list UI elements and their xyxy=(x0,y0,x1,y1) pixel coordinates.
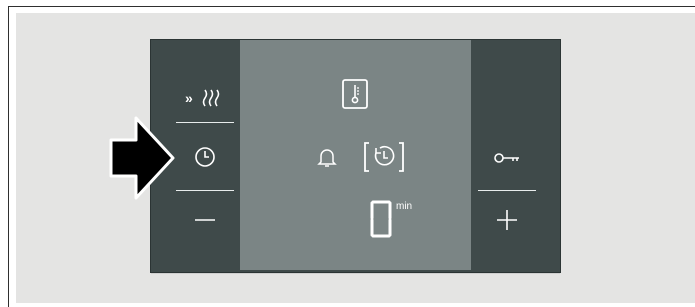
arrow-right-icon xyxy=(109,116,175,200)
bell-icon xyxy=(317,149,337,167)
rapid-heat-button[interactable]: » xyxy=(176,80,234,116)
thermometer-icon xyxy=(342,79,368,109)
clock-button[interactable] xyxy=(176,138,234,176)
key-divider xyxy=(478,190,536,191)
key-divider xyxy=(176,122,234,123)
key-divider xyxy=(176,190,234,191)
key-icon xyxy=(494,153,519,163)
svg-text:»: » xyxy=(185,90,193,106)
temperature-indicator xyxy=(337,76,373,112)
display-area xyxy=(240,40,471,270)
time-unit-label: min xyxy=(396,201,413,212)
minus-button[interactable] xyxy=(176,202,234,238)
time-value-display: 0 xyxy=(368,198,394,240)
alarm-indicator xyxy=(314,144,340,170)
timer-indicator xyxy=(362,140,406,174)
rapid-heat-icon: » xyxy=(185,89,220,107)
minus-icon xyxy=(195,219,215,221)
seven-segment-digit xyxy=(370,200,392,238)
clock-icon xyxy=(195,147,215,167)
plus-icon xyxy=(497,210,517,230)
child-lock-button[interactable] xyxy=(478,140,536,176)
timer-icon xyxy=(364,142,404,172)
plus-button[interactable] xyxy=(478,202,536,238)
